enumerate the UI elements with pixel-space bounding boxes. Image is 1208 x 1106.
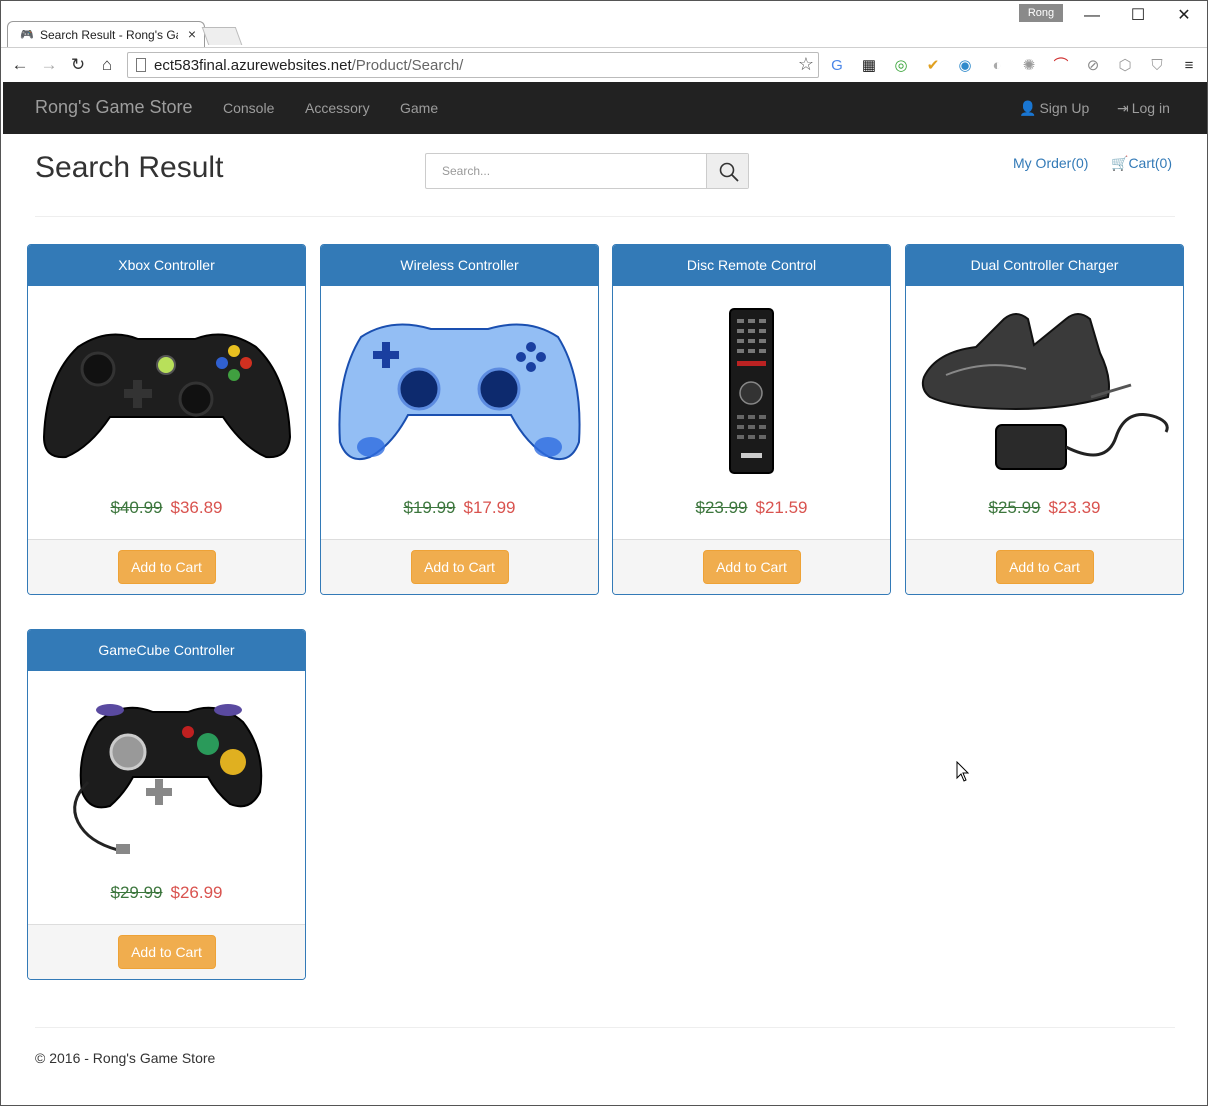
- search-button[interactable]: [706, 154, 748, 188]
- search-icon: [719, 162, 739, 182]
- globe-icon[interactable]: ◉: [955, 56, 975, 76]
- gamecube-controller-image: [73, 704, 263, 854]
- extension-swirl-icon[interactable]: ◎: [891, 56, 911, 76]
- product-name[interactable]: Disc Remote Control: [613, 245, 890, 286]
- cart-label: Cart(0): [1128, 155, 1172, 171]
- address-bar[interactable]: ect583final.azurewebsites.net/Product/Se…: [127, 52, 819, 78]
- browser-window: 🎮 Search Result - Rong's Ga × Rong — ☐ ✕…: [0, 0, 1208, 1106]
- back-icon[interactable]: ←: [9, 54, 31, 76]
- card-footer: Add to Cart: [906, 539, 1183, 594]
- tab-title: Search Result - Rong's Ga: [40, 28, 178, 42]
- product-card: Disc Remote Control $23.99 $21.59 Add to …: [612, 244, 891, 595]
- compass-icon[interactable]: ⊘: [1083, 56, 1103, 76]
- card-footer: Add to Cart: [321, 539, 598, 594]
- browser-toolbar: ← → ↻ ⌂ ect583final.azurewebsites.net/Pr…: [1, 47, 1207, 81]
- cart-link[interactable]: 🛒Cart(0): [1111, 155, 1172, 172]
- sale-price: $17.99: [463, 498, 516, 517]
- nav-link-game[interactable]: Game: [400, 100, 438, 116]
- product-card: Xbox Controller $40.99 $36.89 Add to Cart: [27, 244, 306, 595]
- title-bar: 🎮 Search Result - Rong's Ga × Rong — ☐ ✕: [1, 1, 1207, 47]
- atom-icon[interactable]: ✺: [1019, 56, 1039, 76]
- card-footer: Add to Cart: [28, 924, 305, 979]
- shield-icon[interactable]: ⛉: [1147, 56, 1167, 76]
- close-tab-icon[interactable]: ×: [188, 26, 196, 42]
- nav-link-accessory[interactable]: Accessory: [305, 100, 370, 116]
- add-to-cart-button[interactable]: Add to Cart: [702, 550, 801, 584]
- menu-icon[interactable]: ≡: [1179, 56, 1199, 76]
- add-to-cart-button[interactable]: Add to Cart: [995, 550, 1094, 584]
- price-row: $19.99 $17.99: [321, 498, 598, 518]
- nav-link-console[interactable]: Console: [223, 100, 274, 116]
- sign-up-link[interactable]: 👤 Sign Up: [1019, 100, 1089, 117]
- sign-up-label: Sign Up: [1039, 100, 1090, 116]
- my-order-link[interactable]: My Order(0): [1013, 155, 1088, 171]
- add-to-cart-button[interactable]: Add to Cart: [117, 935, 216, 969]
- browser-tab[interactable]: 🎮 Search Result - Rong's Ga ×: [7, 21, 205, 47]
- sale-price: $26.99: [170, 883, 223, 902]
- maximize-icon[interactable]: ☐: [1123, 5, 1153, 27]
- search-input[interactable]: [426, 154, 708, 188]
- add-to-cart-button[interactable]: Add to Cart: [117, 550, 216, 584]
- extension-leaf-icon[interactable]: ◐: [987, 56, 1007, 76]
- price-row: $40.99 $36.89: [28, 498, 305, 518]
- forward-icon[interactable]: →: [38, 54, 60, 76]
- rainbow-icon[interactable]: ⌒: [1051, 56, 1071, 76]
- url-text: ect583final.azurewebsites.net/Product/Se…: [154, 57, 464, 74]
- product-card: Wireless Controller $19.99 $17.99 Add to …: [320, 244, 599, 595]
- product-name[interactable]: Dual Controller Charger: [906, 245, 1183, 286]
- product-card: GameCube Controller $29.99 $26.99 Add to …: [27, 629, 306, 980]
- page-title: Search Result: [35, 151, 224, 184]
- footer-divider: [35, 1027, 1175, 1028]
- log-in-label: Log in: [1131, 100, 1170, 116]
- page-icon: [136, 58, 146, 72]
- price-row: $25.99 $23.39: [906, 498, 1183, 518]
- old-price: $40.99: [110, 498, 163, 517]
- extension-check-icon[interactable]: ✔: [923, 56, 943, 76]
- price-row: $29.99 $26.99: [28, 883, 305, 903]
- sale-price: $23.39: [1048, 498, 1101, 517]
- home-icon[interactable]: ⌂: [96, 54, 118, 76]
- old-price: $19.99: [403, 498, 456, 517]
- reload-icon[interactable]: ↻: [67, 54, 89, 76]
- card-footer: Add to Cart: [28, 539, 305, 594]
- price-row: $23.99 $21.59: [613, 498, 890, 518]
- old-price: $23.99: [695, 498, 748, 517]
- card-footer: Add to Cart: [613, 539, 890, 594]
- add-to-cart-button[interactable]: Add to Cart: [410, 550, 509, 584]
- remote-control-image: [729, 308, 774, 474]
- search-box: [425, 153, 749, 189]
- xbox-controller-image: [42, 333, 292, 459]
- sale-price: $21.59: [755, 498, 808, 517]
- qr-code-icon[interactable]: ▦: [859, 56, 879, 76]
- product-name[interactable]: Wireless Controller: [321, 245, 598, 286]
- old-price: $29.99: [110, 883, 163, 902]
- new-tab-button[interactable]: [201, 27, 243, 45]
- site-navbar: Rong's Game Store Console Accessory Game…: [3, 82, 1207, 134]
- footer-text: © 2016 - Rong's Game Store: [35, 1050, 216, 1066]
- cube-icon[interactable]: ⬡: [1115, 56, 1135, 76]
- header-divider: [35, 216, 1175, 217]
- mouse-cursor-icon: [956, 761, 970, 782]
- bookmark-star-icon[interactable]: ☆: [798, 54, 814, 75]
- brand-link[interactable]: Rong's Game Store: [35, 97, 193, 118]
- translate-icon[interactable]: G: [827, 56, 847, 76]
- wireless-controller-image: [338, 323, 581, 461]
- sale-price: $36.89: [170, 498, 223, 517]
- product-card: Dual Controller Charger $25.99 $23.39 Add…: [905, 244, 1184, 595]
- close-window-icon[interactable]: ✕: [1169, 5, 1199, 27]
- profile-badge[interactable]: Rong: [1019, 4, 1063, 22]
- product-name[interactable]: Xbox Controller: [28, 245, 305, 286]
- product-name[interactable]: GameCube Controller: [28, 630, 305, 671]
- minimize-icon[interactable]: —: [1077, 5, 1107, 27]
- charger-image: [921, 313, 1169, 470]
- gamepad-favicon-icon: 🎮: [20, 29, 34, 41]
- old-price: $25.99: [988, 498, 1041, 517]
- cart-icon: 🛒: [1111, 155, 1129, 171]
- login-icon: ⇥: [1117, 100, 1129, 116]
- log-in-link[interactable]: ⇥ Log in: [1117, 100, 1170, 117]
- user-icon: 👤: [1019, 100, 1037, 116]
